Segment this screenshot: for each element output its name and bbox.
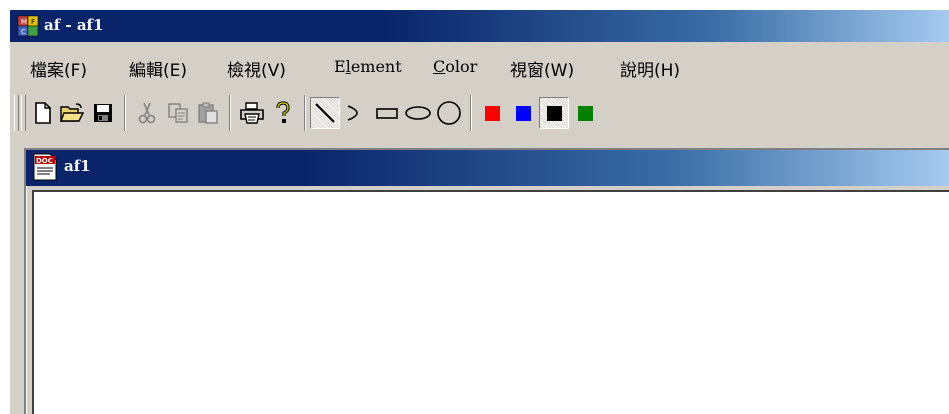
toolbar-separator: [470, 95, 472, 131]
line-tool-icon[interactable]: [310, 97, 340, 129]
circle-tool-icon[interactable]: [434, 97, 464, 129]
cut-icon[interactable]: [132, 97, 162, 129]
svg-text:F: F: [31, 18, 35, 26]
green-swatch: [577, 105, 593, 121]
color-blue-button[interactable]: [508, 97, 538, 129]
toolbar-grip-2[interactable]: [21, 95, 26, 131]
menu-view[interactable]: 檢視(V): [227, 56, 286, 81]
window-titlebar[interactable]: M F C af - af1: [10, 10, 949, 42]
paste-icon[interactable]: [193, 97, 223, 129]
copy-icon[interactable]: [163, 97, 193, 129]
menu-window[interactable]: 視窗(W): [510, 56, 574, 81]
ellipse-tool-icon[interactable]: [403, 97, 433, 129]
toolbar-separator: [124, 95, 126, 131]
menu-element[interactable]: Element: [334, 57, 402, 76]
document-title: af1: [64, 157, 91, 175]
menu-edit[interactable]: 編輯(E): [129, 56, 187, 81]
new-file-icon[interactable]: [28, 97, 58, 129]
drawing-canvas[interactable]: [32, 190, 949, 414]
toolbar-separator: [229, 95, 231, 131]
print-icon[interactable]: [237, 97, 267, 129]
window-title: af - af1: [44, 16, 104, 34]
document-titlebar[interactable]: DOC af1: [26, 150, 949, 186]
open-folder-icon[interactable]: [57, 97, 87, 129]
help-question-icon[interactable]: [268, 97, 298, 129]
curve-tool-icon[interactable]: [341, 97, 371, 129]
toolbar-grip[interactable]: [14, 95, 19, 131]
menu-color[interactable]: Color: [433, 57, 477, 76]
mfc-app-icon[interactable]: M F C: [17, 15, 39, 37]
black-swatch: [546, 105, 562, 121]
svg-text:C: C: [21, 28, 26, 36]
blue-swatch: [515, 105, 531, 121]
save-disk-icon[interactable]: [88, 97, 118, 129]
color-green-button[interactable]: [570, 97, 600, 129]
toolbar: [10, 92, 949, 136]
rectangle-tool-icon[interactable]: [372, 97, 402, 129]
svg-text:M: M: [21, 18, 27, 26]
color-red-button[interactable]: [477, 97, 507, 129]
svg-text:DOC: DOC: [36, 157, 53, 165]
screen-margin-left: [0, 0, 8, 414]
screen-margin-top: [0, 0, 949, 8]
menu-file[interactable]: 檔案(F): [30, 56, 87, 81]
red-swatch: [484, 105, 500, 121]
color-black-button[interactable]: [539, 97, 569, 129]
menu-bar: 檔案(F) 編輯(E) 檢視(V) Element Color 視窗(W) 說明…: [10, 52, 949, 82]
toolbar-separator: [304, 95, 306, 131]
doc-icon[interactable]: DOC: [32, 153, 58, 181]
menu-help[interactable]: 說明(H): [620, 56, 680, 81]
